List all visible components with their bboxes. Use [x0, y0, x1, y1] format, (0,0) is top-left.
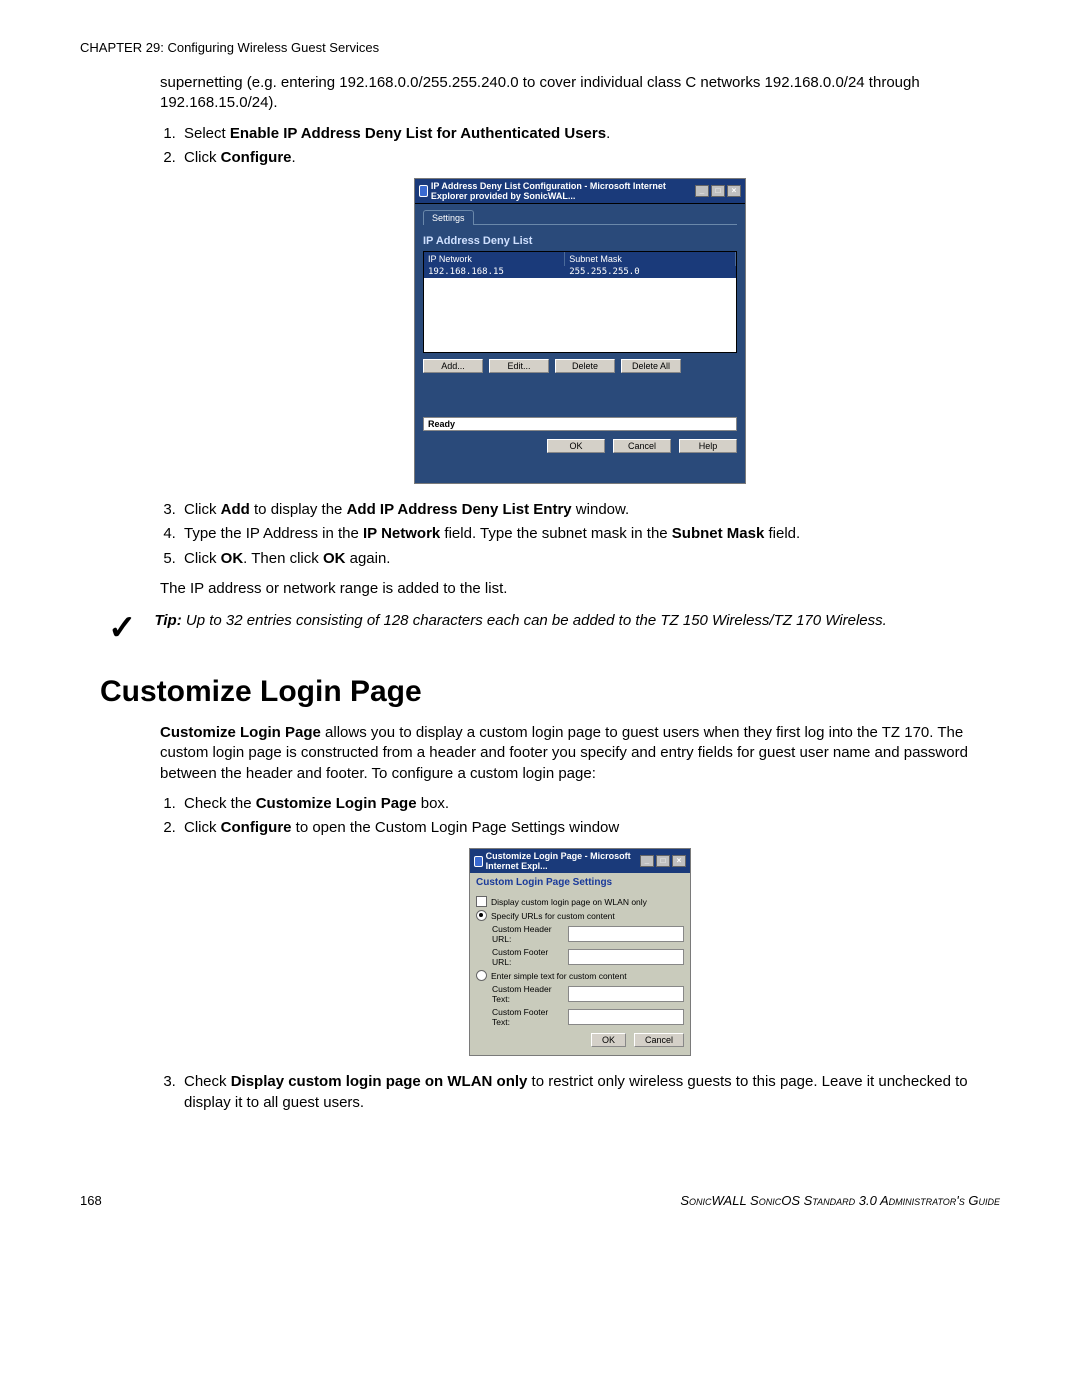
- screenshot-deny-list: IP Address Deny List Configuration - Mic…: [414, 178, 746, 484]
- tab-settings[interactable]: Settings: [423, 210, 474, 225]
- header-text-field[interactable]: [568, 986, 684, 1002]
- tip-body: Up to 32 entries consisting of 128 chara…: [186, 612, 887, 629]
- step-3b: Check Display custom login page on WLAN …: [180, 1072, 1000, 1113]
- close-icon[interactable]: ×: [727, 185, 741, 197]
- cancel-button-2[interactable]: Cancel: [634, 1033, 684, 1047]
- added-paragraph: The IP address or network range is added…: [160, 579, 1000, 599]
- section-heading: Customize Login Page: [100, 675, 1000, 709]
- cancel-button[interactable]: Cancel: [613, 439, 671, 453]
- minimize-icon[interactable]: _: [695, 185, 709, 197]
- ok-button[interactable]: OK: [547, 439, 605, 453]
- help-button[interactable]: Help: [679, 439, 737, 453]
- clp-paragraph: Customize Login Page allows you to displ…: [160, 723, 1000, 784]
- step-1b: Check the Customize Login Page box.: [180, 794, 1000, 814]
- chapter-header: CHAPTER 29: Configuring Wireless Guest S…: [80, 40, 1000, 55]
- header-url-field[interactable]: [568, 926, 684, 942]
- window-title-2: Customize Login Page - Microsoft Interne…: [486, 851, 640, 871]
- wlan-only-checkbox[interactable]: [476, 896, 487, 907]
- settings-heading: Custom Login Page Settings: [476, 877, 684, 888]
- step-5: Click OK. Then click OK again.: [180, 549, 1000, 569]
- deny-list-table[interactable]: IP Network Subnet Mask 192.168.168.15 25…: [423, 251, 737, 353]
- steps-list-4: Check Display custom login page on WLAN …: [180, 1072, 1000, 1113]
- simple-text-label: Enter simple text for custom content: [491, 971, 627, 981]
- delete-all-button[interactable]: Delete All: [621, 359, 681, 373]
- chapter-title: Configuring Wireless Guest Services: [167, 40, 379, 55]
- ok-button-2[interactable]: OK: [591, 1033, 626, 1047]
- edit-button[interactable]: Edit...: [489, 359, 549, 373]
- window-title: IP Address Deny List Configuration - Mic…: [431, 181, 695, 201]
- window-titlebar: IP Address Deny List Configuration - Mic…: [415, 179, 745, 204]
- step-4: Type the IP Address in the IP Network fi…: [180, 524, 1000, 544]
- step-2: Click Configure.: [180, 148, 1000, 168]
- steps-list-1: Select Enable IP Address Deny List for A…: [180, 124, 1000, 169]
- footer-text-label: Custom Footer Text:: [492, 1007, 564, 1027]
- footer-text-field[interactable]: [568, 1009, 684, 1025]
- guide-title: SonicWALL SonicOS Standard 3.0 Administr…: [680, 1193, 1000, 1208]
- chapter-number: 29: [146, 40, 160, 55]
- maximize-icon[interactable]: □: [656, 855, 670, 867]
- page-number: 168: [80, 1193, 102, 1208]
- add-button[interactable]: Add...: [423, 359, 483, 373]
- window-titlebar-2: Customize Login Page - Microsoft Interne…: [470, 849, 690, 873]
- status-bar: Ready: [423, 417, 737, 431]
- table-row[interactable]: 192.168.168.15 255.255.255.0: [424, 266, 736, 278]
- col-subnet-mask: Subnet Mask: [565, 252, 736, 266]
- header-text-label: Custom Header Text:: [492, 984, 564, 1004]
- wlan-only-label: Display custom login page on WLAN only: [491, 897, 647, 907]
- cell-mask: 255.255.255.0: [565, 266, 736, 278]
- panel-heading: IP Address Deny List: [423, 235, 737, 247]
- step-2b: Click Configure to open the Custom Login…: [180, 818, 1000, 838]
- cell-ip: 192.168.168.15: [424, 266, 565, 278]
- specify-urls-label: Specify URLs for custom content: [491, 911, 615, 921]
- header-url-label: Custom Header URL:: [492, 924, 564, 944]
- checkmark-icon: ✓: [108, 611, 137, 645]
- delete-button[interactable]: Delete: [555, 359, 615, 373]
- supernetting-paragraph: supernetting (e.g. entering 192.168.0.0/…: [160, 73, 1000, 114]
- col-ip-network: IP Network: [424, 252, 565, 266]
- close-icon[interactable]: ×: [672, 855, 686, 867]
- page-footer: 168 SonicWALL SonicOS Standard 3.0 Admin…: [80, 1193, 1000, 1208]
- specify-urls-radio[interactable]: [476, 910, 487, 921]
- steps-list-3: Check the Customize Login Page box. Clic…: [180, 794, 1000, 839]
- ie-icon: [474, 856, 483, 867]
- footer-url-label: Custom Footer URL:: [492, 947, 564, 967]
- simple-text-radio[interactable]: [476, 970, 487, 981]
- tip-prefix: Tip:: [155, 612, 182, 629]
- minimize-icon[interactable]: _: [640, 855, 654, 867]
- maximize-icon[interactable]: □: [711, 185, 725, 197]
- step-1: Select Enable IP Address Deny List for A…: [180, 124, 1000, 144]
- tip-block: ✓ Tip: Up to 32 entries consisting of 12…: [80, 611, 1000, 645]
- step-3: Click Add to display the Add IP Address …: [180, 500, 1000, 520]
- footer-url-field[interactable]: [568, 949, 684, 965]
- steps-list-2: Click Add to display the Add IP Address …: [180, 500, 1000, 569]
- chapter-label: CHAPTER: [80, 40, 142, 55]
- ie-icon: [419, 185, 428, 197]
- screenshot-custom-login: Customize Login Page - Microsoft Interne…: [469, 848, 691, 1056]
